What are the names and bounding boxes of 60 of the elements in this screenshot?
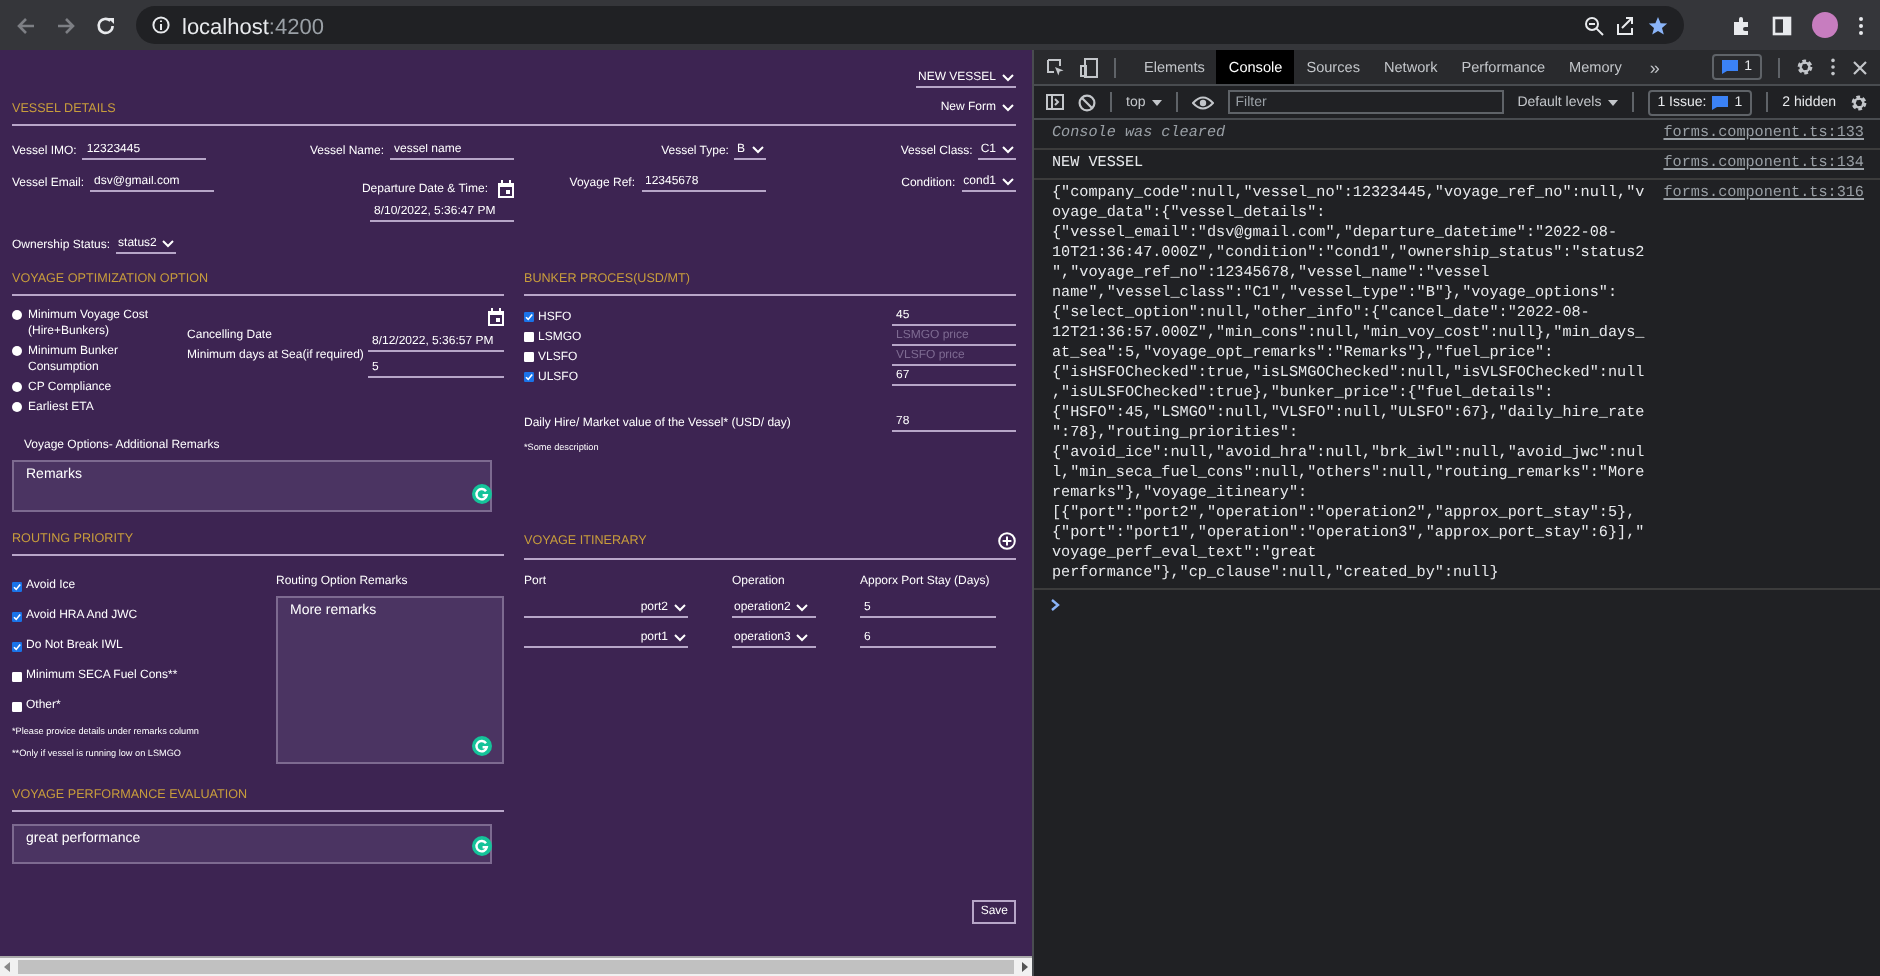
checkbox[interactable] xyxy=(524,332,534,342)
info-icon xyxy=(152,16,170,34)
radio-button[interactable] xyxy=(12,346,22,356)
scrollbar[interactable] xyxy=(0,956,1032,976)
caret-icon xyxy=(1002,104,1014,112)
back-icon[interactable] xyxy=(16,15,36,35)
caret-icon xyxy=(796,604,809,612)
radio-button[interactable] xyxy=(12,402,22,412)
url-host: localhost xyxy=(182,15,269,39)
radio-button[interactable] xyxy=(12,310,22,320)
checkbox[interactable] xyxy=(12,611,22,621)
checkbox[interactable] xyxy=(524,312,534,322)
calendar-icon xyxy=(488,308,504,326)
message-icon xyxy=(1722,60,1739,74)
url-port: :4200 xyxy=(268,15,324,39)
kebab-menu-icon[interactable] xyxy=(1830,58,1836,76)
message-icon xyxy=(1712,95,1729,109)
forward-icon[interactable] xyxy=(56,15,76,35)
caret-icon xyxy=(1607,99,1618,105)
caret-icon xyxy=(674,604,686,612)
scroll-right-icon[interactable] xyxy=(1022,962,1028,972)
caret-icon xyxy=(1002,74,1014,82)
calendar-icon xyxy=(498,180,514,198)
caret-icon xyxy=(674,634,686,642)
checkbox[interactable] xyxy=(524,352,534,362)
avatar[interactable] xyxy=(1812,12,1838,38)
share-icon[interactable] xyxy=(1616,15,1636,35)
kebab-menu-icon[interactable] xyxy=(1858,15,1864,35)
logo-icon xyxy=(472,736,492,756)
caret-icon xyxy=(162,240,175,248)
sidebar-icon[interactable] xyxy=(1046,94,1064,110)
zoom-icon[interactable] xyxy=(1584,15,1604,35)
checkbox[interactable] xyxy=(12,701,22,711)
logo-icon xyxy=(472,836,492,856)
radio-button[interactable] xyxy=(12,382,22,392)
caret-icon xyxy=(1151,99,1162,105)
more-tabs-button[interactable]: » xyxy=(1649,57,1660,77)
puzzle-icon[interactable] xyxy=(1732,15,1752,35)
caret-icon xyxy=(796,634,809,642)
address-bar[interactable]: localhost:4200 xyxy=(136,6,1684,44)
logo-icon xyxy=(472,484,492,504)
device-icon[interactable] xyxy=(1080,57,1098,77)
settings-icon[interactable] xyxy=(1850,93,1868,111)
add-icon[interactable] xyxy=(998,532,1016,550)
prompt-icon xyxy=(1050,598,1060,612)
caret-icon xyxy=(751,146,763,154)
clear-icon[interactable] xyxy=(1078,93,1096,111)
inspect-icon[interactable] xyxy=(1046,58,1064,76)
caret-icon xyxy=(1002,178,1014,186)
close-icon[interactable] xyxy=(1852,59,1868,75)
eye-icon[interactable] xyxy=(1191,95,1214,109)
caret-icon xyxy=(1002,146,1014,154)
checkbox[interactable] xyxy=(12,641,22,651)
checkbox[interactable] xyxy=(12,581,22,591)
scroll-left-icon[interactable] xyxy=(4,962,10,972)
checkbox[interactable] xyxy=(524,372,534,382)
star-icon[interactable] xyxy=(1648,15,1668,35)
checkbox[interactable] xyxy=(12,671,22,681)
settings-icon[interactable] xyxy=(1796,58,1814,76)
reload-icon[interactable] xyxy=(96,15,116,35)
